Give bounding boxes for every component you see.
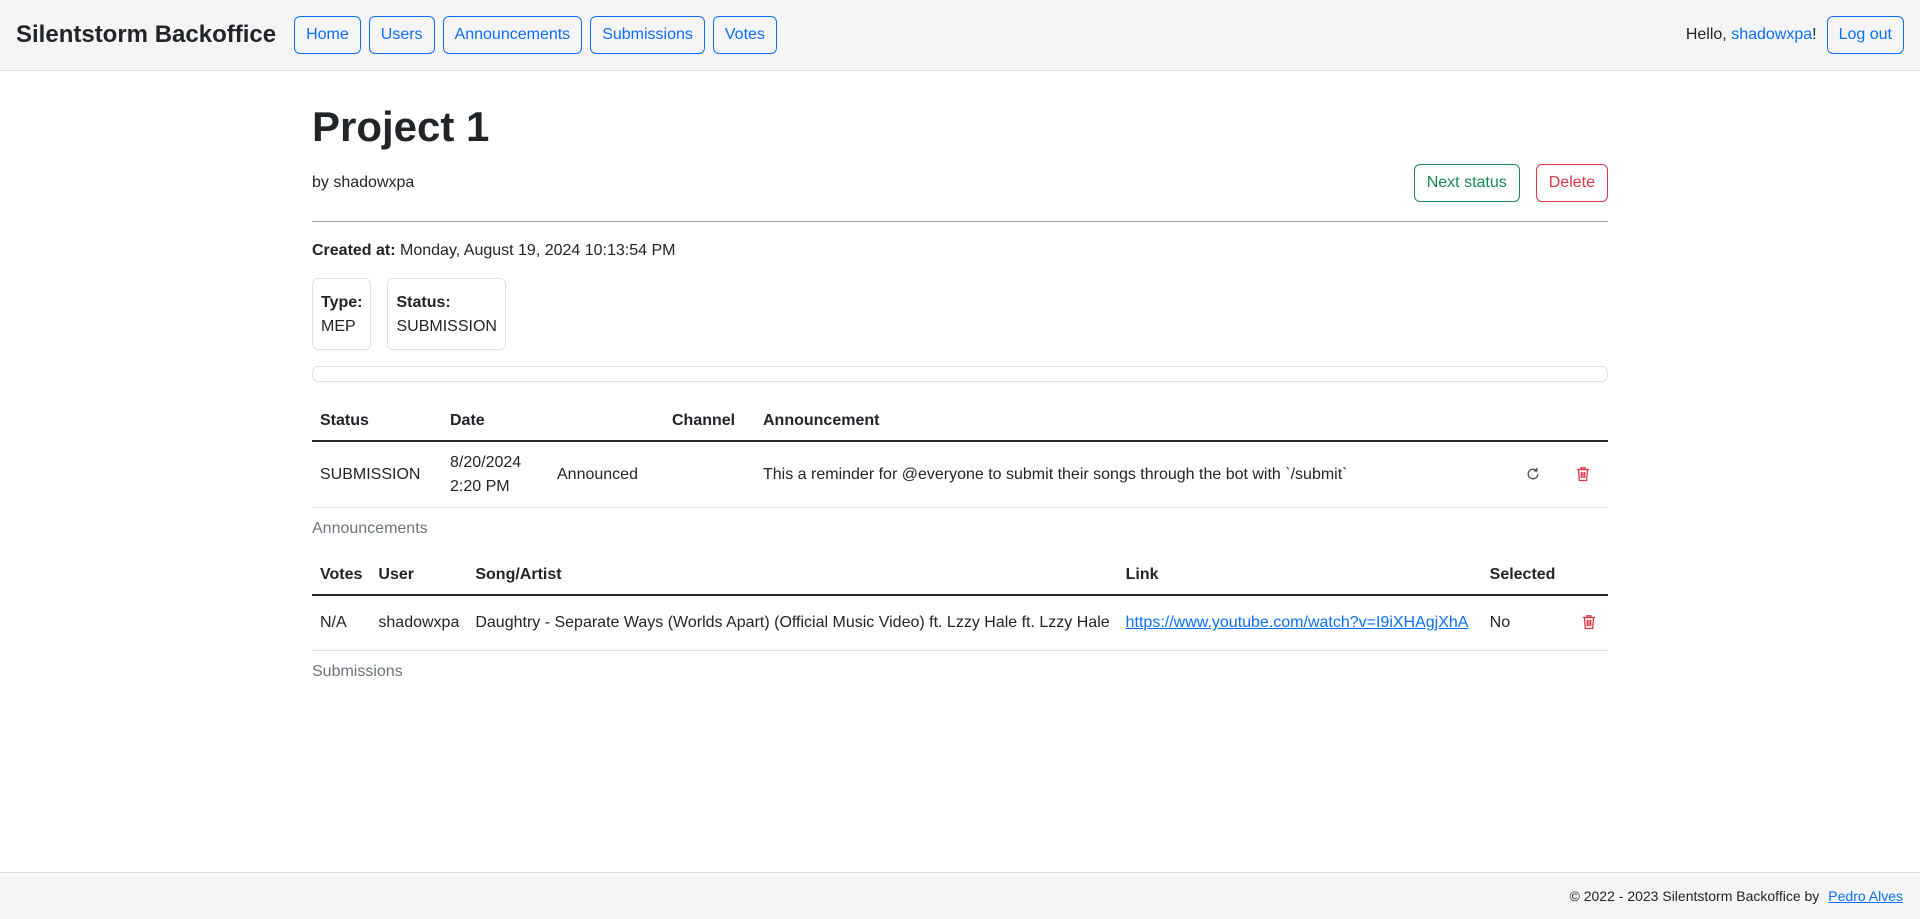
announcement-text: This a reminder for @everyone to submit … bbox=[755, 441, 1508, 508]
col-refresh bbox=[1508, 402, 1558, 443]
type-value: MEP bbox=[321, 318, 356, 336]
next-status-button[interactable]: Next status bbox=[1413, 164, 1520, 203]
col-status: Status bbox=[312, 402, 442, 443]
footer-text: © 2022 - 2023 Silentstorm Backoffice by bbox=[1569, 888, 1820, 904]
announcement-date: 8/20/2024 2:20 PM bbox=[442, 441, 549, 508]
announcement-status: SUBMISSION bbox=[312, 441, 442, 508]
col-channel: Channel bbox=[664, 402, 755, 443]
created-at-value: Monday, August 19, 2024 10:13:54 PM bbox=[400, 242, 676, 260]
page-title: Project 1 bbox=[312, 103, 490, 150]
delete-cell bbox=[1558, 441, 1608, 508]
created-at-label: Created at: bbox=[312, 242, 396, 260]
delete-project-button[interactable]: Delete bbox=[1535, 164, 1608, 203]
top-navbar: Silentstorm Backoffice Home Users Announ… bbox=[0, 0, 1920, 71]
col-actions bbox=[1569, 555, 1608, 596]
submission-votes: N/A bbox=[312, 594, 371, 652]
footer-author-link[interactable]: Pedro Alves bbox=[1828, 888, 1903, 904]
col-selected: Selected bbox=[1481, 555, 1570, 596]
project-header-row: by shadowxpa Next status Delete bbox=[312, 164, 1608, 223]
submissions-table: Votes User Song/Artist Link Selected N/A… bbox=[312, 555, 1608, 652]
col-votes: Votes bbox=[312, 555, 371, 596]
refresh-icon[interactable] bbox=[1522, 463, 1544, 485]
project-info-cards: Type: MEP Status: SUBMISSION bbox=[312, 278, 1608, 351]
announcement-date-day: 8/20/2024 bbox=[450, 453, 522, 471]
refresh-cell bbox=[1508, 441, 1558, 508]
created-at: Created at: Monday, August 19, 2024 10:1… bbox=[312, 242, 1608, 260]
main-content: Project 1 by shadowxpa Next status Delet… bbox=[312, 71, 1608, 681]
type-card: Type: MEP bbox=[312, 278, 372, 351]
nav-submissions-button[interactable]: Submissions bbox=[590, 16, 705, 54]
submissions-caption: Submissions bbox=[312, 663, 403, 681]
table-row: N/A shadowxpa Daughtry - Separate Ways (… bbox=[312, 594, 1608, 652]
greeting-prefix: Hello, bbox=[1685, 26, 1732, 43]
col-link: Link bbox=[1117, 555, 1482, 596]
submission-link-cell: https://www.youtube.com/watch?v=I9iXHAgj… bbox=[1117, 594, 1482, 652]
nav-announcements-button[interactable]: Announcements bbox=[442, 16, 583, 54]
footer: © 2022 - 2023 Silentstorm Backoffice by … bbox=[0, 872, 1920, 919]
col-date: Date bbox=[442, 402, 549, 443]
col-song: Song/Artist bbox=[467, 555, 1118, 596]
project-actions: Next status Delete bbox=[1413, 164, 1608, 203]
nav-user-area: Hello, shadowxpa! Log out bbox=[1686, 16, 1904, 54]
submission-delete-cell bbox=[1569, 594, 1608, 652]
table-row: SUBMISSION 8/20/2024 2:20 PM Announced T… bbox=[312, 441, 1608, 508]
status-progress-bar bbox=[312, 366, 1608, 383]
trash-icon[interactable] bbox=[1572, 463, 1594, 485]
announcement-state: Announced bbox=[549, 441, 664, 508]
status-card: Status: SUBMISSION bbox=[387, 278, 506, 351]
announcement-channel bbox=[664, 441, 755, 508]
col-announcement: Announcement bbox=[755, 402, 1508, 443]
submission-link[interactable]: https://www.youtube.com/watch?v=I9iXHAgj… bbox=[1126, 614, 1469, 631]
submission-selected: No bbox=[1481, 594, 1570, 652]
status-value: SUBMISSION bbox=[396, 318, 497, 336]
status-label: Status: bbox=[396, 294, 451, 312]
col-delete bbox=[1558, 402, 1608, 443]
submission-user: shadowxpa bbox=[370, 594, 468, 652]
brand-title[interactable]: Silentstorm Backoffice bbox=[16, 21, 276, 49]
username-link[interactable]: shadowxpa bbox=[1731, 26, 1812, 43]
trash-icon[interactable] bbox=[1578, 611, 1600, 633]
greeting: Hello, shadowxpa! bbox=[1686, 26, 1817, 44]
logout-button[interactable]: Log out bbox=[1826, 16, 1904, 54]
type-label: Type: bbox=[321, 294, 363, 312]
announcements-header-row: Status Date Channel Announcement bbox=[312, 402, 1608, 443]
greeting-suffix: ! bbox=[1812, 26, 1817, 43]
nav-home-button[interactable]: Home bbox=[294, 16, 361, 54]
col-state bbox=[549, 402, 664, 443]
submission-song: Daughtry - Separate Ways (Worlds Apart) … bbox=[467, 594, 1118, 652]
nav-users-button[interactable]: Users bbox=[368, 16, 435, 54]
announcement-date-time: 2:20 PM bbox=[450, 477, 510, 495]
col-user: User bbox=[370, 555, 468, 596]
project-author: by shadowxpa bbox=[312, 174, 415, 192]
nav-votes-button[interactable]: Votes bbox=[712, 16, 777, 54]
announcements-table: Status Date Channel Announcement SUBMISS… bbox=[312, 402, 1608, 508]
submissions-header-row: Votes User Song/Artist Link Selected bbox=[312, 555, 1608, 596]
announcements-caption: Announcements bbox=[312, 519, 428, 537]
